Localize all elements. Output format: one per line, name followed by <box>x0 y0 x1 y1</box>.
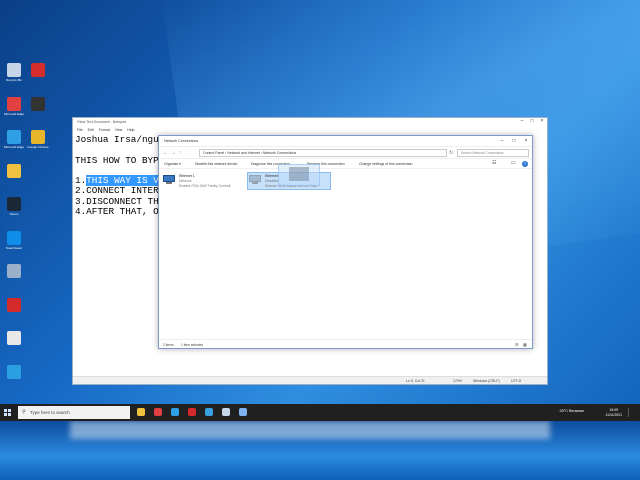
windows-start-icon[interactable] <box>4 409 11 416</box>
menu-item-edit[interactable]: Edit <box>88 128 94 132</box>
desktop-icon-label: TeamViewer <box>5 245 23 250</box>
change-settings-button[interactable]: Change settings of this connection <box>359 162 413 166</box>
notepad-menubar: File Edit Format View Help <box>73 127 547 134</box>
app-icon <box>7 96 21 111</box>
adapter-name: Ethernet <box>265 174 278 178</box>
back-arrow-icon[interactable]: ← <box>163 150 168 156</box>
app-icon <box>31 130 45 144</box>
desktop-icon[interactable] <box>23 63 53 78</box>
help-icon[interactable]: ? <box>522 161 528 167</box>
adapter-name: Ethernet 1 <box>179 174 195 178</box>
address-path[interactable]: Control Panel › Network and Internet › N… <box>199 149 447 157</box>
maximize-icon[interactable]: □ <box>527 118 537 127</box>
desktop-icon[interactable]: Google Chrome <box>23 130 53 149</box>
search-icon: ⚲ <box>22 409 26 415</box>
desktop-icon-label: Microsoft Edge <box>3 111 24 116</box>
network-window-statusbar: 2 items 1 item selected ☰ ▦ <box>159 339 532 348</box>
adapter-status: Network <box>179 179 192 183</box>
desktop-icon[interactable] <box>0 264 29 279</box>
menu-item-help[interactable]: Help <box>127 128 134 132</box>
taskbar-app-icon[interactable] <box>188 408 196 416</box>
adapter-status: Disabled <box>265 179 279 183</box>
adapter-device: Realtek PCIe GbE Family Controll... <box>179 184 234 188</box>
desktop-icon[interactable] <box>0 364 29 380</box>
desktop-icon[interactable] <box>0 331 29 346</box>
taskbar-app-icon[interactable] <box>222 408 230 416</box>
minimize-icon[interactable]: – <box>496 136 508 147</box>
close-icon[interactable]: × <box>537 118 547 127</box>
up-arrow-icon[interactable]: ↑ <box>179 150 182 156</box>
app-icon <box>7 264 21 278</box>
notepad-statusbar: Ln 5, Col 21 170% Windows (CRLF) UTF-8 <box>73 376 547 384</box>
network-connections-window[interactable]: Network Connections – □ × ← → ↑ Control … <box>158 135 533 349</box>
forward-arrow-icon[interactable]: → <box>171 150 176 156</box>
close-icon[interactable]: × <box>520 136 532 147</box>
app-icon <box>31 96 45 111</box>
desktop: Recycle Bin Microsoft Edge Microsoft Edge S… <box>0 0 640 480</box>
desktop-icon-label: Steam <box>9 212 19 216</box>
desktop-icon[interactable] <box>0 163 29 179</box>
search-input[interactable]: Search Network Connections <box>457 149 529 157</box>
taskbar: ⚲ Type here to search 25°C Berawan 16:09… <box>0 404 640 421</box>
app-icon <box>7 297 21 312</box>
notepad-window-controls: – □ × <box>517 118 547 127</box>
menu-item-file[interactable]: File <box>77 128 83 132</box>
cursor-position: Ln 5, Col 21 <box>406 379 425 383</box>
wallpaper-bottom <box>0 421 640 480</box>
desktop-icon-label: Google Chrome <box>27 145 49 149</box>
show-desktop-button[interactable] <box>628 408 636 417</box>
desktop-icon[interactable] <box>0 297 29 313</box>
desktop-icon[interactable]: Steam <box>0 197 29 216</box>
taskbar-app-icon[interactable] <box>205 408 213 416</box>
notepad-title: *New Text Document - Notepad <box>77 120 126 124</box>
network-window-title: Network Connections <box>164 139 199 143</box>
preview-pane-icon[interactable]: ▭ <box>511 160 516 166</box>
maximize-icon[interactable]: □ <box>508 136 520 147</box>
details-view-icon[interactable]: ☰ <box>515 342 519 347</box>
zoom-level: 170% <box>453 379 462 383</box>
desktop-icon[interactable]: TeamViewer <box>0 230 29 250</box>
network-window-controls: – □ × <box>496 136 532 147</box>
large-icons-view-icon[interactable]: ▦ <box>523 342 527 347</box>
taskbar-app-icon[interactable] <box>137 408 145 416</box>
network-window-titlebar: Network Connections – □ × <box>159 136 532 147</box>
view-options-icon[interactable]: ☷ <box>492 160 496 166</box>
drag-ghost <box>278 164 320 186</box>
app-icon <box>7 364 21 379</box>
menu-item-format[interactable]: Format <box>99 128 110 132</box>
weather-widget[interactable]: 25°C Berawan <box>559 409 584 413</box>
organise-button[interactable]: Organise ▾ <box>164 162 181 166</box>
minimize-icon[interactable]: – <box>517 118 527 127</box>
adapter-ethernet-1[interactable]: Ethernet 1 Network Realtek PCIe GbE Fami… <box>162 173 246 191</box>
taskbar-app-icon[interactable] <box>239 408 247 416</box>
app-icon <box>7 130 21 144</box>
taskbar-app-icon[interactable] <box>171 408 179 416</box>
selection-count: 1 item selected <box>181 343 204 347</box>
app-icon <box>7 197 21 211</box>
menu-item-view[interactable]: View <box>115 128 123 132</box>
taskbar-app-icon[interactable] <box>154 408 162 416</box>
app-icon <box>7 163 21 178</box>
refresh-icon[interactable]: ↻ <box>449 150 453 156</box>
address-bar-row: ← → ↑ Control Panel › Network and Intern… <box>159 147 532 159</box>
app-icon <box>7 331 21 345</box>
taskbar-search-placeholder: Type here to search <box>30 410 70 415</box>
network-adapter-icon <box>163 175 175 185</box>
clock[interactable]: 16:09 11/11/2021 <box>606 408 622 418</box>
desktop-icon-label: Recycle Bin <box>6 78 22 82</box>
line-ending: Windows (CRLF) <box>473 379 500 383</box>
desktop-icon[interactable] <box>23 96 53 112</box>
item-count: 2 items <box>163 343 174 347</box>
disable-device-button[interactable]: Disable this network device <box>195 162 237 166</box>
app-icon <box>31 63 45 77</box>
taskbar-search-input[interactable]: ⚲ Type here to search <box>18 406 130 419</box>
drag-ghost-adapter-icon <box>289 167 309 181</box>
network-adapter-disabled-icon <box>249 175 261 185</box>
app-icon <box>7 230 21 245</box>
encoding: UTF-8 <box>511 379 521 383</box>
clock-date: 11/11/2021 <box>605 413 622 417</box>
command-bar: Organise ▾ Disable this network device D… <box>159 159 532 169</box>
app-icon <box>7 63 21 77</box>
